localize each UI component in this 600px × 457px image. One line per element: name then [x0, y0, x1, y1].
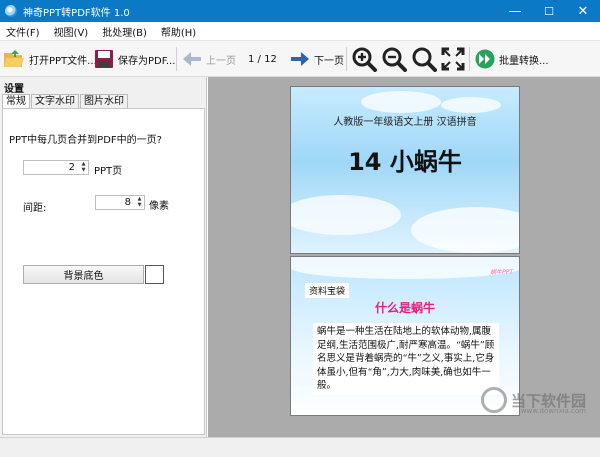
tab-image-watermark[interactable]: 图片水印 [80, 94, 128, 109]
stepper-arrows-icon[interactable]: ▲ ▼ [79, 161, 88, 174]
slide-heading: 什么是蜗牛 [374, 301, 435, 315]
cloud-decoration [441, 97, 501, 113]
spacing-unit-label: 像素 [149, 201, 169, 212]
slide-logo: 蜗牛PPT [490, 269, 513, 276]
settings-title: 设置 [4, 84, 24, 95]
zoom-out-button[interactable] [381, 45, 407, 73]
site-watermark: 当下软件园 www.downxia.com [480, 387, 586, 415]
zoom-actual-button[interactable] [411, 45, 437, 73]
arrow-right-icon [291, 52, 309, 66]
save-pdf-button[interactable]: 保存为PDF... [94, 45, 175, 73]
menu-view[interactable]: 视图(V) [48, 24, 97, 39]
batch-convert-label: 批量转换... [499, 55, 549, 67]
tab-general[interactable]: 常规 [2, 94, 30, 109]
toolbar: 打开PPT文件... 保存为PDF... 上一页 1 / 12 下一页 批量转换… [0, 41, 600, 77]
open-ppt-label: 打开PPT文件... [29, 55, 97, 67]
fullscreen-icon [441, 47, 465, 71]
pages-per-sheet-value: 2 [68, 162, 75, 173]
magnifier-icon [412, 47, 437, 72]
menu-batch[interactable]: 批处理(B) [96, 24, 155, 39]
slide-preview-1: 人教版一年级语文上册 汉语拼音 14 小蜗牛 [290, 86, 520, 254]
close-button[interactable]: ✕ [566, 0, 600, 22]
slide-tag: 资料宝袋 [305, 283, 350, 298]
open-ppt-button[interactable]: 打开PPT文件... [3, 45, 97, 73]
background-color-swatch[interactable] [145, 265, 164, 284]
page-indicator: 1 / 12 [248, 53, 277, 65]
pages-per-sheet-question: PPT中每几页合并到PDF中的一页? [9, 135, 162, 146]
batch-convert-button[interactable]: 批量转换... [475, 45, 549, 73]
folder-open-icon [4, 50, 24, 67]
fit-screen-button[interactable] [441, 45, 465, 73]
spacing-value: 8 [124, 197, 131, 208]
save-disk-icon [95, 50, 113, 68]
zoom-out-icon [382, 47, 407, 72]
spacing-stepper[interactable]: 8 ▲ ▼ [95, 195, 145, 210]
slide-body-text: 蜗牛是一种生活在陆地上的软体动物,属腹足纲,生活范围极广,耐严寒高温。“蜗牛”顾… [313, 323, 499, 395]
save-pdf-label: 保存为PDF... [118, 55, 176, 67]
window-title: 神奇PPT转PDF软件 1.0 [23, 7, 130, 19]
watermark-url: www.downxia.com [520, 407, 586, 415]
stepper-arrows-icon[interactable]: ▲ ▼ [135, 196, 144, 209]
next-page-button[interactable]: 下一页 [290, 45, 344, 73]
cloud-decoration [291, 257, 519, 279]
minimize-button[interactable]: — [498, 0, 532, 22]
prev-page-button[interactable]: 上一页 [182, 45, 236, 73]
maximize-button[interactable]: ☐ [532, 0, 566, 22]
fast-forward-icon [475, 49, 495, 69]
menu-help[interactable]: 帮助(H) [155, 24, 204, 39]
arrow-left-icon [183, 52, 201, 66]
settings-tabs: 常规 文字水印 图片水印 [2, 94, 129, 109]
menu-bar: 文件(F) 视图(V) 批处理(B) 帮助(H) [0, 22, 600, 41]
prev-page-label: 上一页 [206, 55, 236, 67]
tab-text-watermark[interactable]: 文字水印 [31, 94, 79, 109]
toolbar-separator [346, 47, 347, 71]
spacing-label: 间距: [23, 203, 47, 214]
slide-title: 14 小蜗牛 [348, 148, 462, 176]
menu-file[interactable]: 文件(F) [0, 24, 48, 39]
pages-unit-label: PPT页 [94, 166, 123, 177]
toolbar-separator [469, 47, 470, 71]
next-page-label: 下一页 [314, 55, 344, 67]
toolbar-separator [176, 47, 177, 71]
pages-per-sheet-stepper[interactable]: 2 ▲ ▼ [23, 160, 89, 175]
app-icon [5, 5, 17, 17]
title-bar: 神奇PPT转PDF软件 1.0 — ☐ ✕ [0, 0, 600, 22]
preview-area[interactable]: 人教版一年级语文上册 汉语拼音 14 小蜗牛 蜗牛PPT 资料宝袋 什么是蜗牛 … [208, 77, 600, 437]
cloud-decoration [361, 91, 441, 113]
status-bar [0, 437, 600, 457]
zoom-in-button[interactable] [351, 45, 377, 73]
cloud-decoration [291, 195, 401, 235]
slide-subtitle: 人教版一年级语文上册 汉语拼音 [333, 117, 477, 128]
settings-panel: 设置 常规 文字水印 图片水印 PPT中每几页合并到PDF中的一页? 2 ▲ ▼ … [0, 77, 207, 437]
watermark-logo-icon [480, 387, 507, 413]
background-color-button[interactable]: 背景底色 [23, 265, 144, 284]
zoom-in-icon [352, 47, 377, 72]
general-tab-page: PPT中每几页合并到PDF中的一页? 2 ▲ ▼ PPT页 间距: 8 ▲ ▼ 像素… [2, 108, 205, 435]
cloud-decoration [411, 207, 519, 253]
